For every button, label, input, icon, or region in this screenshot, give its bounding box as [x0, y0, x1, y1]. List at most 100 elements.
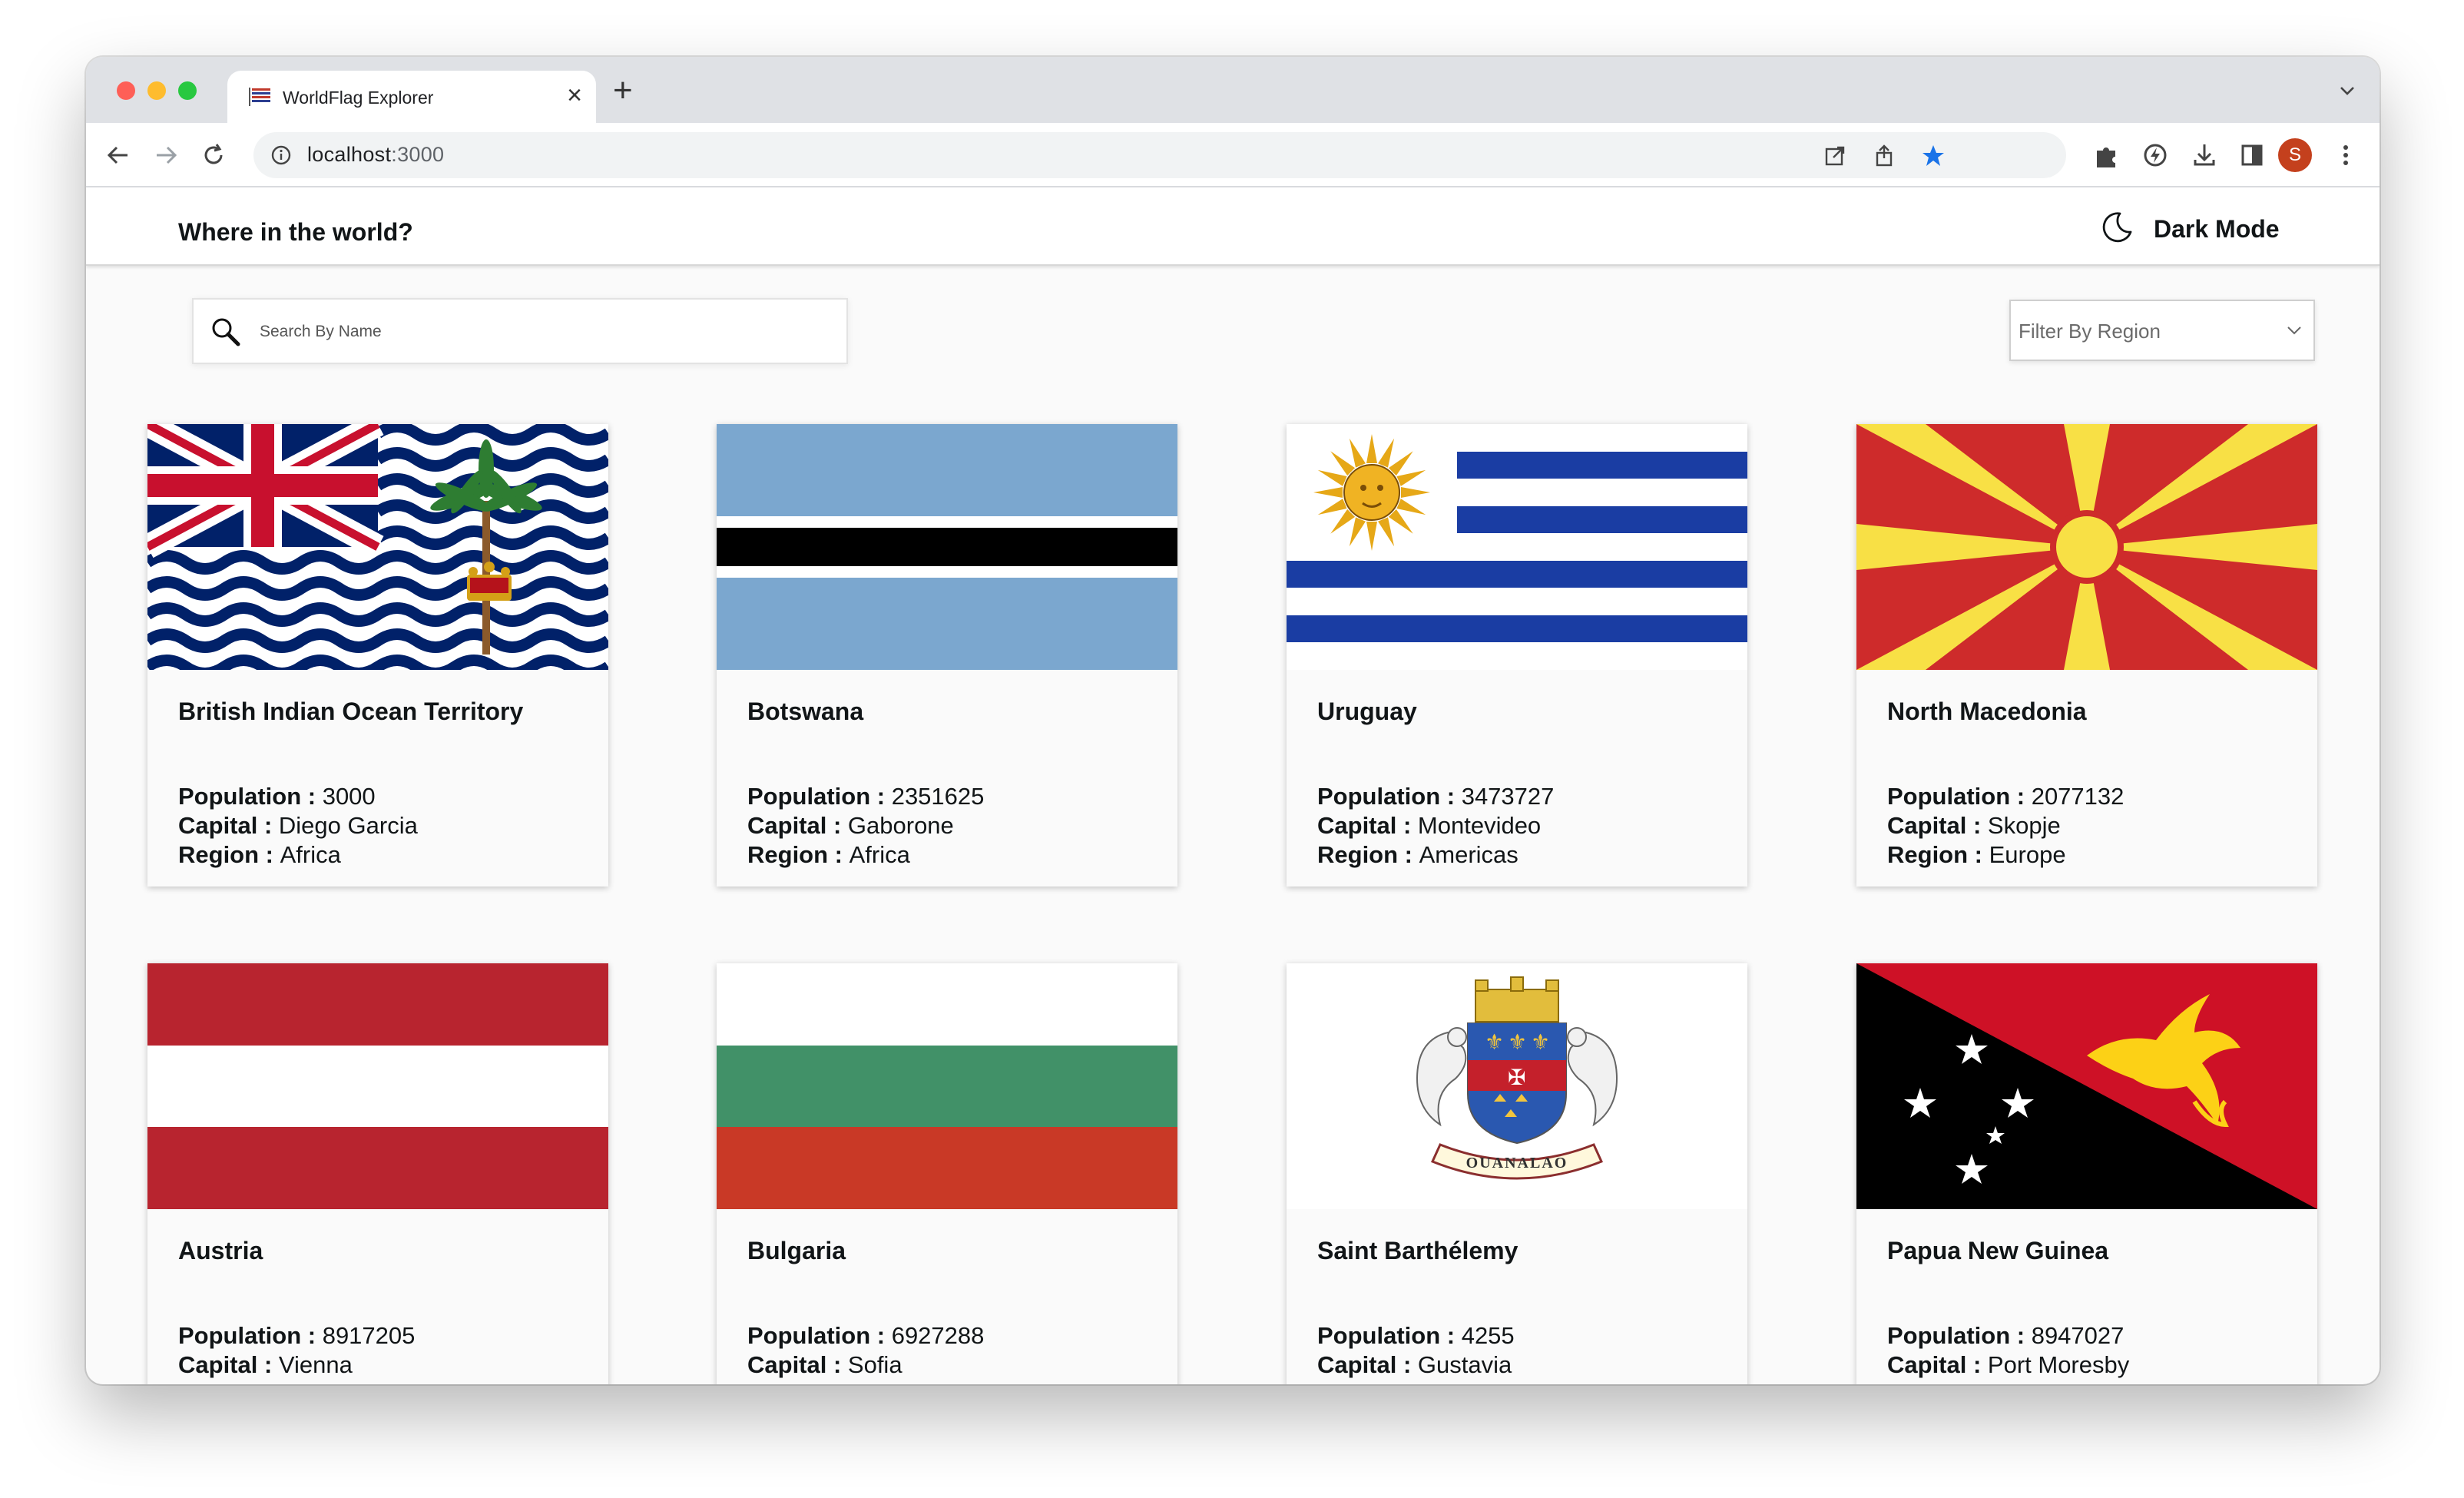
- population-line: Population : 3473727: [1317, 783, 1555, 810]
- region-value: Africa: [280, 841, 341, 868]
- back-arrow-icon[interactable]: [103, 140, 134, 171]
- country-info: Population : 6927288 Capital : Sofia: [747, 1321, 1162, 1380]
- flag-uruguay-icon: [1287, 424, 1747, 670]
- capital-value: Vienna: [278, 1351, 353, 1378]
- country-name: Papua New Guinea: [1887, 1237, 2109, 1264]
- more-menu-icon[interactable]: [2330, 140, 2361, 171]
- country-card[interactable]: North Macedonia Population : 2077132 Cap…: [1856, 424, 2317, 887]
- capital-line: Capital : Montevideo: [1317, 812, 1542, 839]
- dark-mode-toggle[interactable]: Dark Mode: [2098, 204, 2298, 247]
- close-window-button[interactable]: [117, 81, 135, 100]
- capital-value: Gustavia: [1417, 1351, 1512, 1378]
- browser-window: WorldFlag Explorer × + localhost:3000 S …: [86, 57, 2380, 1384]
- country-info: Population : 8917205 Capital : Vienna: [178, 1321, 593, 1380]
- new-tab-button[interactable]: +: [613, 74, 633, 108]
- population-line: Population : 8947027: [1887, 1322, 2125, 1349]
- country-name: Saint Barthélemy: [1317, 1237, 1518, 1264]
- region-filter-select[interactable]: Filter By Region: [2009, 300, 2315, 361]
- forward-arrow-icon[interactable]: [151, 140, 181, 171]
- open-in-new-icon[interactable]: [1822, 143, 1848, 169]
- capital-line: Capital : Diego Garcia: [178, 812, 418, 839]
- svg-text:✠: ✠: [1508, 1065, 1525, 1090]
- tab-worldflag-explorer[interactable]: WorldFlag Explorer ×: [227, 71, 596, 123]
- extension-refresh-icon[interactable]: [2140, 140, 2171, 171]
- country-name: British Indian Ocean Territory: [178, 698, 524, 725]
- minimize-window-button[interactable]: [147, 81, 166, 100]
- population-line: Population : 8917205: [178, 1322, 416, 1349]
- population-value: 2077132: [2031, 783, 2125, 810]
- country-name: Uruguay: [1317, 698, 1417, 725]
- region-filter-label: Filter By Region: [2019, 320, 2161, 343]
- country-name: Bulgaria: [747, 1237, 846, 1264]
- moon-icon: [2102, 212, 2132, 243]
- capital-value: Port Moresby: [1987, 1351, 2130, 1378]
- svg-text:⚜: ⚜: [1508, 1029, 1527, 1055]
- population-line: Population : 6927288: [747, 1322, 985, 1349]
- country-name: Botswana: [747, 698, 864, 725]
- country-info: Population : 3000 Capital : Diego Garcia…: [178, 782, 593, 870]
- country-name: Austria: [178, 1237, 263, 1264]
- country-info: Population : 2351625 Capital : Gaborone …: [747, 782, 1162, 870]
- country-info: Population : 2077132 Capital : Skopje Re…: [1887, 782, 2302, 870]
- site-info-icon[interactable]: [270, 144, 292, 166]
- tab-title: WorldFlag Explorer: [283, 88, 434, 108]
- country-card[interactable]: Papua New Guinea Population : 8947027 Ca…: [1856, 963, 2317, 1384]
- region-line: Region : Africa: [747, 841, 910, 868]
- capital-line: Capital : Vienna: [178, 1351, 353, 1378]
- capital-value: Gaborone: [847, 812, 954, 839]
- capital-value: Montevideo: [1417, 812, 1542, 839]
- capital-line: Capital : Skopje: [1887, 812, 2061, 839]
- capital-line: Capital : Gustavia: [1317, 1351, 1512, 1378]
- country-card[interactable]: British Indian Ocean Territory Populatio…: [147, 424, 608, 887]
- download-icon[interactable]: [2189, 140, 2220, 171]
- flag-british-indian-ocean-territory-icon: [147, 424, 608, 670]
- capital-value: Diego Garcia: [278, 812, 418, 839]
- flag-papua-new-guinea-icon: [1856, 963, 2317, 1209]
- population-value: 8917205: [322, 1322, 416, 1349]
- reload-icon[interactable]: [198, 140, 229, 171]
- population-line: Population : 2077132: [1887, 783, 2125, 810]
- region-value: Africa: [849, 841, 910, 868]
- population-value: 3000: [322, 783, 376, 810]
- country-card[interactable]: ⚜ ⚜ ⚜ ✠ OUANALAO Saint Barthélemy Popula…: [1287, 963, 1747, 1384]
- tab-close-icon[interactable]: ×: [567, 81, 582, 109]
- country-info: Population : 4255 Capital : Gustavia: [1317, 1321, 1732, 1380]
- extensions-puzzle-icon[interactable]: [2091, 140, 2121, 171]
- bookmark-star-icon[interactable]: [1920, 143, 1946, 169]
- browser-toolbar: localhost:3000 S: [86, 123, 2380, 187]
- dark-mode-label: Dark Mode: [2154, 215, 2280, 243]
- population-line: Population : 3000: [178, 783, 376, 810]
- search-box[interactable]: [192, 298, 848, 364]
- flag-favicon-icon: [249, 88, 270, 106]
- capital-value: Skopje: [1987, 812, 2061, 839]
- region-value: Americas: [1419, 841, 1518, 868]
- country-card[interactable]: Botswana Population : 2351625 Capital : …: [717, 424, 1177, 887]
- country-card[interactable]: Austria Population : 8917205 Capital : V…: [147, 963, 608, 1384]
- svg-text:⚜: ⚜: [1485, 1029, 1504, 1055]
- flag-saint-barthelemy-icon: ⚜ ⚜ ⚜ ✠ OUANALAO: [1287, 963, 1747, 1209]
- tab-search-chevron-icon[interactable]: [2338, 85, 2356, 97]
- capital-line: Capital : Gaborone: [747, 812, 954, 839]
- country-card[interactable]: Uruguay Population : 3473727 Capital : M…: [1287, 424, 1747, 887]
- profile-avatar[interactable]: S: [2278, 138, 2312, 172]
- flag-austria-icon: [147, 963, 608, 1209]
- search-input[interactable]: [260, 313, 828, 350]
- country-info: Population : 3473727 Capital : Montevide…: [1317, 782, 1732, 870]
- address-bar[interactable]: localhost:3000: [253, 132, 2066, 178]
- svg-text:⚜: ⚜: [1531, 1029, 1550, 1055]
- share-icon[interactable]: [1871, 143, 1897, 169]
- population-value: 2351625: [891, 783, 985, 810]
- side-panel-icon[interactable]: [2237, 140, 2267, 171]
- region-line: Region : Europe: [1887, 841, 2066, 868]
- capital-value: Sofia: [847, 1351, 902, 1378]
- app-header: Where in the world? Dark Mode: [86, 187, 2380, 266]
- population-value: 8947027: [2031, 1322, 2125, 1349]
- zoom-window-button[interactable]: [178, 81, 197, 100]
- capital-line: Capital : Port Moresby: [1887, 1351, 2130, 1378]
- population-line: Population : 2351625: [747, 783, 985, 810]
- capital-line: Capital : Sofia: [747, 1351, 902, 1378]
- country-card[interactable]: Bulgaria Population : 6927288 Capital : …: [717, 963, 1177, 1384]
- flag-botswana-icon: [717, 424, 1177, 670]
- flag-north-macedonia-icon: [1856, 424, 2317, 670]
- chevron-down-icon: [2287, 326, 2301, 335]
